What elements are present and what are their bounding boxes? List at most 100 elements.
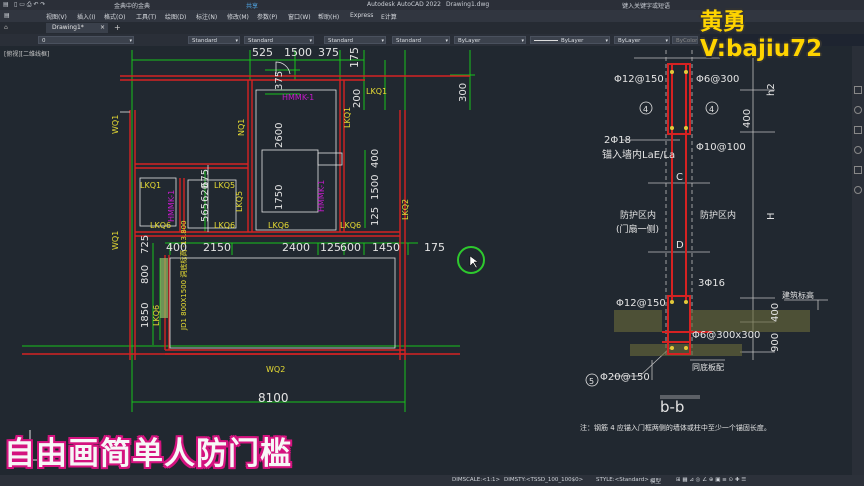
menu-item-parametric[interactable]: 参数(P) (257, 12, 277, 21)
dim-text: 200 (352, 89, 363, 108)
rebar-label: 2Φ18 (604, 135, 631, 146)
dim-text: 600 (340, 241, 361, 254)
quick-access-icons[interactable]: ▯ ▭ ⎙ ↶ ↷ (14, 1, 45, 9)
menu-item-ecalc[interactable]: E计算 (381, 12, 397, 21)
menu-item-express[interactable]: Express (350, 12, 373, 19)
dim-text-bottom: 8100 (258, 391, 289, 405)
slab-hatch (614, 310, 662, 332)
menu-item-dimension[interactable]: 标注(N) (196, 12, 217, 21)
wall-label: NQ1 (237, 119, 246, 136)
rebar-label: Φ6@300 (696, 74, 739, 85)
dim-text: 2600 (274, 123, 285, 148)
wall-label: LKQ6 (152, 305, 161, 326)
tab-drawing1[interactable]: Drawing1* × (46, 23, 108, 33)
rebar-label: Φ12@150 (614, 74, 664, 85)
dim-text: H (766, 212, 777, 220)
dim-text: 125 (370, 207, 381, 226)
close-tab-icon[interactable]: × (100, 23, 105, 33)
status-dimsty[interactable]: DIMSTY:<TSSD_100_100$0> (504, 477, 583, 483)
door-labels: HMMK-1 HMMK-1 HMMK-1 (167, 93, 326, 222)
zone-label: (门扇一侧) (616, 223, 659, 235)
plot-style-dropdown[interactable]: ByColor (672, 36, 698, 44)
share-button[interactable]: 共享 (246, 1, 258, 10)
wall-label: LKQ5 (235, 191, 244, 212)
chevron-down-icon: ▾ (445, 38, 448, 44)
status-toggles-icon[interactable]: ⊞ ▦ ⊿ ◎ ∠ ⊕ ▣ ≡ ⊙ ✚ ☰ (676, 477, 746, 483)
app-title: Autodesk AutoCAD 2022 (367, 1, 441, 8)
plan-dims-mid: 400 2150 2400 125 600 1450 175 8100 (166, 241, 445, 405)
chevron-down-icon: ▾ (235, 38, 238, 44)
viewport-label[interactable]: [俯视][二维线框] (4, 50, 49, 58)
dim-style-dropdown[interactable]: Standard ▾ (244, 36, 314, 44)
workspace-switcher[interactable]: 金典中的金典 (114, 1, 150, 10)
dim-text: 1500 (284, 46, 312, 59)
wall-label: LKQ1 (140, 181, 161, 190)
status-dimscale[interactable]: DIMSCALE:<1:1> (452, 477, 500, 483)
app-menu-icon[interactable]: ▤ (3, 1, 9, 8)
video-title-overlay: 自由画简单人防门槛 (4, 436, 292, 472)
rebar-label: Φ6@300x300 (692, 330, 760, 341)
section-note: 注：钢筋 4 应锚入门框两侧的墙体或柱中至少一个锚固长度。 (580, 423, 771, 432)
text-style-dropdown[interactable]: Standard ▾ (188, 36, 240, 44)
rebar-label: Φ20@150 (600, 372, 650, 383)
navigation-bar (852, 46, 864, 475)
status-style[interactable]: STYLE:<Standard> (596, 477, 649, 483)
menu-item-insert[interactable]: 插入(I) (77, 12, 95, 21)
steering-wheel-icon[interactable] (854, 146, 862, 154)
color-dropdown[interactable]: ByLayer ▾ (454, 36, 526, 44)
section-letter: D (676, 240, 684, 251)
start-tab-icon[interactable]: ⌂ (4, 24, 8, 31)
drawing-canvas[interactable]: [俯视][二维线框] 525 1500 375 175 375 200 300 … (0, 46, 852, 475)
opening-note: JD1 800X1500 洞底标高 -13.800 (179, 220, 188, 331)
circle-number: 5 (589, 377, 594, 386)
multileader-style-dropdown[interactable]: Standard ▾ (392, 36, 450, 44)
slab-hatch-right (690, 310, 810, 332)
table-style-dropdown[interactable]: Standard ▾ (324, 36, 386, 44)
wall-label: LKQ2 (401, 199, 410, 220)
menu-item-modify[interactable]: 修改(M) (227, 12, 249, 21)
linetype-dropdown[interactable]: ByLayer ▾ (530, 36, 610, 44)
pan-icon[interactable] (854, 86, 862, 94)
wall-label: WQ1 (111, 115, 120, 134)
dim-text: 400 (370, 149, 381, 168)
wall-label: LKQ1 (343, 107, 352, 128)
mouse-cursor-icon (469, 255, 479, 269)
wall-label: LKQ6 (214, 221, 235, 230)
menu-item-tools[interactable]: 工具(T) (136, 12, 156, 21)
showmotion-icon[interactable] (854, 166, 862, 174)
door-label: HMMK-1 (282, 93, 314, 102)
status-model-tab[interactable]: 模型 (650, 477, 661, 485)
plan-labels: LKQ1 LKQ1 LKQ5 LKQ5 LKQ6 LKQ6 LKQ6 LKQ6 … (111, 87, 410, 374)
menu-item-window[interactable]: 窗口(W) (288, 12, 311, 21)
menu-item-view[interactable]: 视图(V) (46, 12, 67, 21)
layer-dropdown[interactable]: 0 ▾ (38, 36, 134, 44)
dim-text: 1500 (370, 175, 381, 200)
dim-text: 400 (742, 109, 753, 128)
menu-item-format[interactable]: 格式(O) (104, 12, 125, 21)
dim-text: 565 (200, 203, 211, 222)
dim-text: 175 (348, 47, 361, 68)
chevron-down-icon: ▾ (129, 38, 132, 44)
floor-label: 建筑标高 (782, 290, 814, 300)
dim-text: 1450 (372, 241, 400, 254)
new-tab-button[interactable]: + (114, 23, 121, 32)
floor-plan: 525 1500 375 175 375 200 300 2600 1750 1… (22, 46, 475, 412)
wall-label: LKQ6 (268, 221, 289, 230)
dim-text: 125 (320, 241, 341, 254)
orbit-icon[interactable] (854, 126, 862, 134)
menu-icon[interactable]: ▤ (4, 12, 10, 19)
menu-item-draw[interactable]: 绘图(D) (165, 12, 186, 21)
circle-number: 4 (643, 105, 648, 114)
file-name: Drawing1.dwg (446, 1, 490, 8)
chevron-down-icon: ▾ (665, 38, 668, 44)
view-cube-icon[interactable] (854, 186, 862, 194)
dim-text: 1750 (274, 185, 285, 210)
section-detail: Φ12@150 Φ6@300 4 4 5 2Φ18 锚入墙内LaE/La Φ10… (580, 50, 828, 432)
lineweight-dropdown[interactable]: ByLayer ▾ (614, 36, 670, 44)
menu-item-help[interactable]: 帮助(H) (318, 12, 339, 21)
wall-label: WQ1 (111, 231, 120, 250)
dim-text: 300 (458, 83, 469, 102)
search-input[interactable]: 键入关键字或短语 (622, 1, 670, 10)
dim-text: 400 (770, 303, 781, 322)
zoom-icon[interactable] (854, 106, 862, 114)
